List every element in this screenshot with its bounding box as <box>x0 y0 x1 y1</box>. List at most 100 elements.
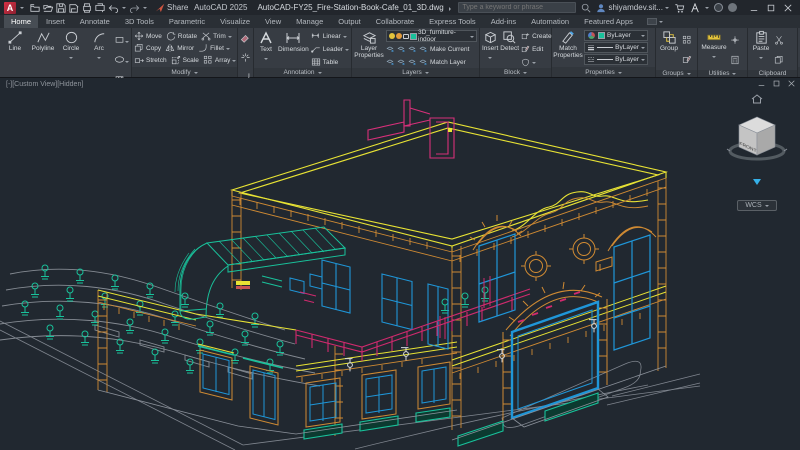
stretch-button[interactable]: Stretch <box>134 54 167 66</box>
panel-label-block[interactable]: Block <box>480 68 551 77</box>
trim-button[interactable]: Trim <box>201 30 232 42</box>
erase-button[interactable] <box>240 30 251 48</box>
viewport-controls-label[interactable]: [-][Custom View][Hidden] <box>6 81 83 88</box>
redo-icon[interactable] <box>129 3 140 13</box>
tab-parametric[interactable]: Parametric <box>162 15 212 28</box>
viewcube-menu-arrow-icon[interactable] <box>753 179 761 185</box>
polyline-button[interactable]: Polyline <box>30 30 56 53</box>
tab-visualize[interactable]: Visualize <box>213 15 257 28</box>
id-point-button[interactable] <box>730 32 740 50</box>
viewcube-cube[interactable]: FRONT RIGHT <box>726 109 788 167</box>
print-icon[interactable] <box>95 3 105 13</box>
cut-button[interactable] <box>774 32 784 50</box>
tab-annotate[interactable]: Annotate <box>73 15 117 28</box>
ellipse-button[interactable] <box>114 52 129 70</box>
search-input[interactable] <box>462 4 572 11</box>
quick-calc-button[interactable] <box>730 52 740 70</box>
make-current-button[interactable]: Make Current <box>430 46 469 53</box>
user-account[interactable]: shiyamdev.sit... <box>596 3 669 13</box>
layer-tool-icon[interactable] <box>386 58 395 67</box>
wcs-button[interactable]: WCS <box>737 200 776 211</box>
drawing-minimize-icon[interactable] <box>758 80 765 87</box>
ribbon-display-toggle[interactable] <box>641 15 669 28</box>
search-expand-icon[interactable] <box>449 7 453 11</box>
maximize-icon[interactable] <box>767 4 775 12</box>
edit-button[interactable]: Edit <box>521 43 552 55</box>
notifications-icon[interactable] <box>728 3 737 12</box>
copy-clip-button[interactable] <box>774 52 784 70</box>
match-layer-icon[interactable] <box>419 58 428 67</box>
panel-label-properties[interactable]: Properties <box>552 67 655 77</box>
autodesk-a-icon[interactable] <box>690 3 700 13</box>
linetype-dropdown[interactable]: ByLayer <box>584 54 648 65</box>
panel-label-groups[interactable]: Groups <box>656 70 697 77</box>
layer-dropdown[interactable]: 3D_furniture-indoor <box>386 30 477 42</box>
drawing-close-icon[interactable] <box>788 80 795 87</box>
layer-tool-icon[interactable] <box>408 45 417 54</box>
layer-tool-icon[interactable] <box>397 58 406 67</box>
tab-featured-apps[interactable]: Featured Apps <box>577 15 640 28</box>
paste-button[interactable]: Paste <box>750 30 772 61</box>
text-button[interactable]: Text <box>256 30 276 62</box>
tab-add-ins[interactable]: Add-ins <box>484 15 523 28</box>
dimension-button[interactable]: Dimension <box>278 30 309 54</box>
layer-dropdown-caret-icon[interactable] <box>470 36 474 40</box>
minimize-icon[interactable] <box>750 4 758 12</box>
tab-insert[interactable]: Insert <box>39 15 72 28</box>
match-layer-button[interactable]: Match Layer <box>430 59 466 66</box>
detect-button[interactable]: Detect <box>500 30 519 53</box>
layer-freeze-icon[interactable] <box>396 33 402 39</box>
save-icon[interactable] <box>56 3 66 13</box>
layer-tool-icon[interactable] <box>408 58 417 67</box>
tab-output[interactable]: Output <box>331 15 368 28</box>
save-as-icon[interactable] <box>69 3 79 13</box>
circle-button[interactable]: Circle <box>58 30 84 61</box>
group-button[interactable]: Group <box>658 30 680 53</box>
undo-icon[interactable] <box>108 3 119 13</box>
layer-on-icon[interactable] <box>389 33 395 39</box>
panel-label-modify[interactable]: Modify <box>132 67 237 77</box>
drawing-canvas[interactable] <box>0 78 800 450</box>
move-button[interactable]: Move <box>134 30 162 42</box>
model-viewport[interactable]: [-][Custom View][Hidden] <box>0 78 800 450</box>
rotate-button[interactable]: Rotate <box>166 30 197 42</box>
create-button[interactable]: Create <box>521 30 552 42</box>
tab-3d-tools[interactable]: 3D Tools <box>118 15 161 28</box>
mirror-button[interactable]: Mirror <box>165 42 194 54</box>
drawing-restore-icon[interactable] <box>773 80 780 87</box>
share-button[interactable]: Share <box>155 3 188 13</box>
layer-color-chip[interactable] <box>410 33 417 40</box>
close-icon[interactable] <box>784 4 792 12</box>
rectangle-button[interactable] <box>114 32 129 50</box>
copy-button[interactable]: Copy <box>134 42 161 54</box>
line-button[interactable]: Line <box>2 30 28 53</box>
tab-view[interactable]: View <box>258 15 288 28</box>
apps-caret-icon[interactable] <box>705 7 709 11</box>
arc-button[interactable]: Arc <box>86 30 112 61</box>
tab-home[interactable]: Home <box>4 15 38 28</box>
plot-icon[interactable] <box>82 3 92 13</box>
undo-caret-icon[interactable] <box>122 7 126 11</box>
linear-button[interactable]: Linear <box>311 30 349 42</box>
layer-tool-icon[interactable] <box>397 45 406 54</box>
block-shield-button[interactable] <box>521 56 552 68</box>
viewcube-home-icon[interactable] <box>751 94 763 104</box>
viewcube[interactable]: FRONT RIGHT WCS <box>724 91 790 212</box>
fillet-button[interactable]: Fillet <box>198 42 230 54</box>
layer-tool-icon[interactable] <box>386 45 395 54</box>
panel-label-layers[interactable]: Layers <box>352 68 479 77</box>
array-button[interactable]: Array <box>203 54 237 66</box>
redo-caret-icon[interactable] <box>143 7 147 11</box>
make-current-icon[interactable] <box>419 45 428 54</box>
layer-lock-icon[interactable] <box>403 34 409 39</box>
panel-label-utilities[interactable]: Utilities <box>698 70 747 77</box>
cart-icon[interactable] <box>674 3 685 13</box>
measure-button[interactable]: Measure <box>700 30 728 60</box>
search-icon[interactable] <box>581 3 591 13</box>
explode-button[interactable] <box>240 50 251 68</box>
open-folder-icon[interactable] <box>43 3 53 13</box>
lineweight-dropdown[interactable]: ByLayer <box>584 42 648 53</box>
tab-automation[interactable]: Automation <box>524 15 576 28</box>
help-icon[interactable] <box>714 3 723 12</box>
app-logo[interactable]: A <box>4 2 16 14</box>
